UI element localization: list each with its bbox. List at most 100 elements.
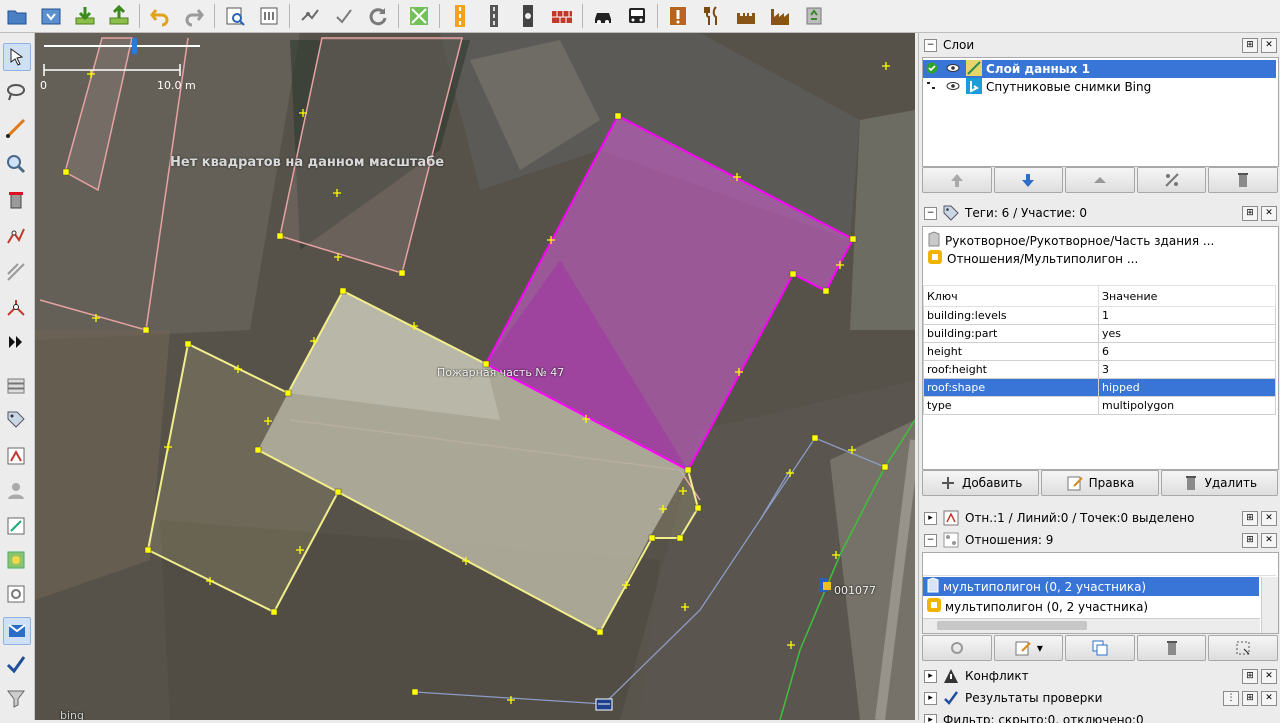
close-icon[interactable]: ✕ xyxy=(1261,691,1277,706)
selection-list-icon[interactable] xyxy=(3,443,29,469)
more-tools-icon[interactable] xyxy=(3,329,29,355)
wireframe-icon[interactable] xyxy=(295,2,325,30)
castle-icon[interactable] xyxy=(731,2,761,30)
tag-value[interactable]: 3 xyxy=(1099,361,1276,379)
horizontal-scrollbar[interactable] xyxy=(923,618,1260,633)
validation-panel-header[interactable]: ▸ Результаты проверки ⋮⊞✕ xyxy=(919,687,1280,709)
user-list-icon[interactable] xyxy=(3,477,29,503)
delete-layer-button[interactable] xyxy=(1208,167,1278,193)
select-members-button[interactable] xyxy=(1208,635,1278,661)
tag-value[interactable]: yes xyxy=(1099,325,1276,343)
table-row[interactable]: height6 xyxy=(924,343,1276,361)
delete-tool-icon[interactable] xyxy=(3,187,29,213)
map-paint-icon[interactable] xyxy=(404,2,434,30)
tag-key[interactable]: building:part xyxy=(924,325,1099,343)
detach-icon[interactable]: ⊞ xyxy=(1242,206,1258,221)
close-icon[interactable]: ✕ xyxy=(1261,38,1277,53)
table-row[interactable]: building:partyes xyxy=(924,325,1276,343)
drag-handle-icon[interactable] xyxy=(926,80,938,95)
factory-icon[interactable] xyxy=(765,2,795,30)
duplicate-relation-button[interactable] xyxy=(1065,635,1135,661)
relation-list-icon[interactable] xyxy=(3,617,31,645)
upload-icon[interactable] xyxy=(104,2,134,30)
tag-value[interactable]: hipped xyxy=(1099,379,1276,397)
refresh-icon[interactable] xyxy=(363,2,393,30)
tag-key[interactable]: building:levels xyxy=(924,307,1099,325)
detach-icon[interactable]: ⊞ xyxy=(1242,38,1258,53)
validator-icon[interactable] xyxy=(329,2,359,30)
open-file-icon[interactable] xyxy=(2,2,32,30)
filter-panel-header[interactable]: ▸ Фильтр: скрыто:0, отключено:0 xyxy=(919,709,1280,723)
layers-toggle-icon[interactable] xyxy=(3,373,29,399)
detach-icon[interactable]: ⊞ xyxy=(1242,691,1258,706)
expand-toggle-icon[interactable]: ▸ xyxy=(924,512,937,525)
zoom-tool-icon[interactable] xyxy=(3,151,29,177)
list-item[interactable]: мультиполигон (0, 2 участника) xyxy=(923,597,1259,616)
expand-toggle-icon[interactable]: ▸ xyxy=(924,692,937,705)
table-row[interactable]: roof:shapehipped xyxy=(924,379,1276,397)
relations-panel-header[interactable]: − Отношения: 9 ⊞✕ xyxy=(919,529,1280,551)
delete-tag-button[interactable]: Удалить xyxy=(1161,470,1278,496)
wall-preset-icon[interactable] xyxy=(547,2,577,30)
improve-way-icon[interactable] xyxy=(3,223,29,249)
preset-link[interactable]: Отношения/Мультиполигон ... xyxy=(927,249,1138,268)
preset-link[interactable]: Рукотворное/Рукотворное/Часть здания ... xyxy=(927,231,1214,250)
relations-filter-input[interactable] xyxy=(923,553,1276,576)
tags-panel-header[interactable]: − Теги: 6 / Участие: 0 ⊞✕ xyxy=(919,202,1280,224)
tag-key[interactable]: height xyxy=(924,343,1099,361)
tags-toggle-icon[interactable] xyxy=(3,407,29,433)
table-row[interactable]: typemultipolygon xyxy=(924,397,1276,415)
railway-preset-icon[interactable] xyxy=(513,2,543,30)
visibility-eye-icon[interactable] xyxy=(946,80,960,94)
table-row[interactable]: roof:height3 xyxy=(924,361,1276,379)
edit-tag-button[interactable]: Правка xyxy=(1041,470,1158,496)
tag-value[interactable]: 1 xyxy=(1099,307,1276,325)
close-icon[interactable]: ✕ xyxy=(1261,511,1277,526)
relation-settings-button[interactable] xyxy=(922,635,992,661)
detach-icon[interactable]: ⊞ xyxy=(1242,511,1258,526)
close-icon[interactable]: ✕ xyxy=(1261,533,1277,548)
column-header-value[interactable]: Значение xyxy=(1099,286,1276,307)
download-icon[interactable] xyxy=(36,2,66,30)
download-data-icon[interactable] xyxy=(70,2,100,30)
collapse-toggle-icon[interactable]: − xyxy=(924,39,937,52)
zoom-preview-icon[interactable] xyxy=(220,2,250,30)
map-view[interactable]: 0 10.0 m Нет квадратов на данном масштаб… xyxy=(35,33,915,720)
detach-icon[interactable]: ⊞ xyxy=(1242,533,1258,548)
recycling-icon[interactable] xyxy=(799,2,829,30)
close-icon[interactable]: ✕ xyxy=(1261,669,1277,684)
merge-layer-button[interactable] xyxy=(1065,167,1135,193)
layers-panel-header[interactable]: − Слои ⊞✕ xyxy=(919,34,1280,56)
close-icon[interactable]: ✕ xyxy=(1261,206,1277,221)
settings-icon[interactable]: ⋮ xyxy=(1223,691,1239,706)
expand-toggle-icon[interactable]: ▸ xyxy=(924,670,937,683)
move-up-button[interactable] xyxy=(922,167,992,193)
parallel-tool-icon[interactable] xyxy=(3,259,29,285)
conflict-panel-header[interactable]: ▸ Конфликт ⊞✕ xyxy=(919,665,1280,687)
detach-icon[interactable]: ⊞ xyxy=(1242,669,1258,684)
vertical-scrollbar[interactable] xyxy=(1261,577,1278,633)
select-tool-icon[interactable] xyxy=(3,43,31,71)
split-way-icon[interactable] xyxy=(3,295,29,321)
chevron-down-icon[interactable]: ▾ xyxy=(1037,641,1043,655)
layer-row[interactable]: Слой данных 1 xyxy=(923,60,1276,78)
car-preset-icon[interactable] xyxy=(588,2,618,30)
add-tag-button[interactable]: Добавить xyxy=(922,470,1039,496)
tag-key[interactable]: type xyxy=(924,397,1099,415)
road-preset-icon[interactable] xyxy=(445,2,475,30)
visibility-eye-icon[interactable] xyxy=(946,62,960,76)
collapse-toggle-icon[interactable]: − xyxy=(924,534,937,547)
redo-icon[interactable] xyxy=(179,2,209,30)
selection-panel-header[interactable]: ▸ Отн.:1 / Линий:0 / Точек:0 выделено ⊞✕ xyxy=(919,507,1280,529)
delete-relation-button[interactable] xyxy=(1137,635,1207,661)
table-row[interactable]: building:levels1 xyxy=(924,307,1276,325)
tag-key[interactable]: roof:shape xyxy=(924,379,1099,397)
tag-value[interactable]: multipolygon xyxy=(1099,397,1276,415)
scrollbar-thumb[interactable] xyxy=(937,621,1087,630)
active-check-icon[interactable] xyxy=(926,62,938,77)
tag-key[interactable]: roof:height xyxy=(924,361,1099,379)
map-paint-styles-icon[interactable] xyxy=(3,547,29,573)
collapse-toggle-icon[interactable]: − xyxy=(924,207,937,220)
restaurant-icon[interactable] xyxy=(697,2,727,30)
track-preset-icon[interactable] xyxy=(479,2,509,30)
